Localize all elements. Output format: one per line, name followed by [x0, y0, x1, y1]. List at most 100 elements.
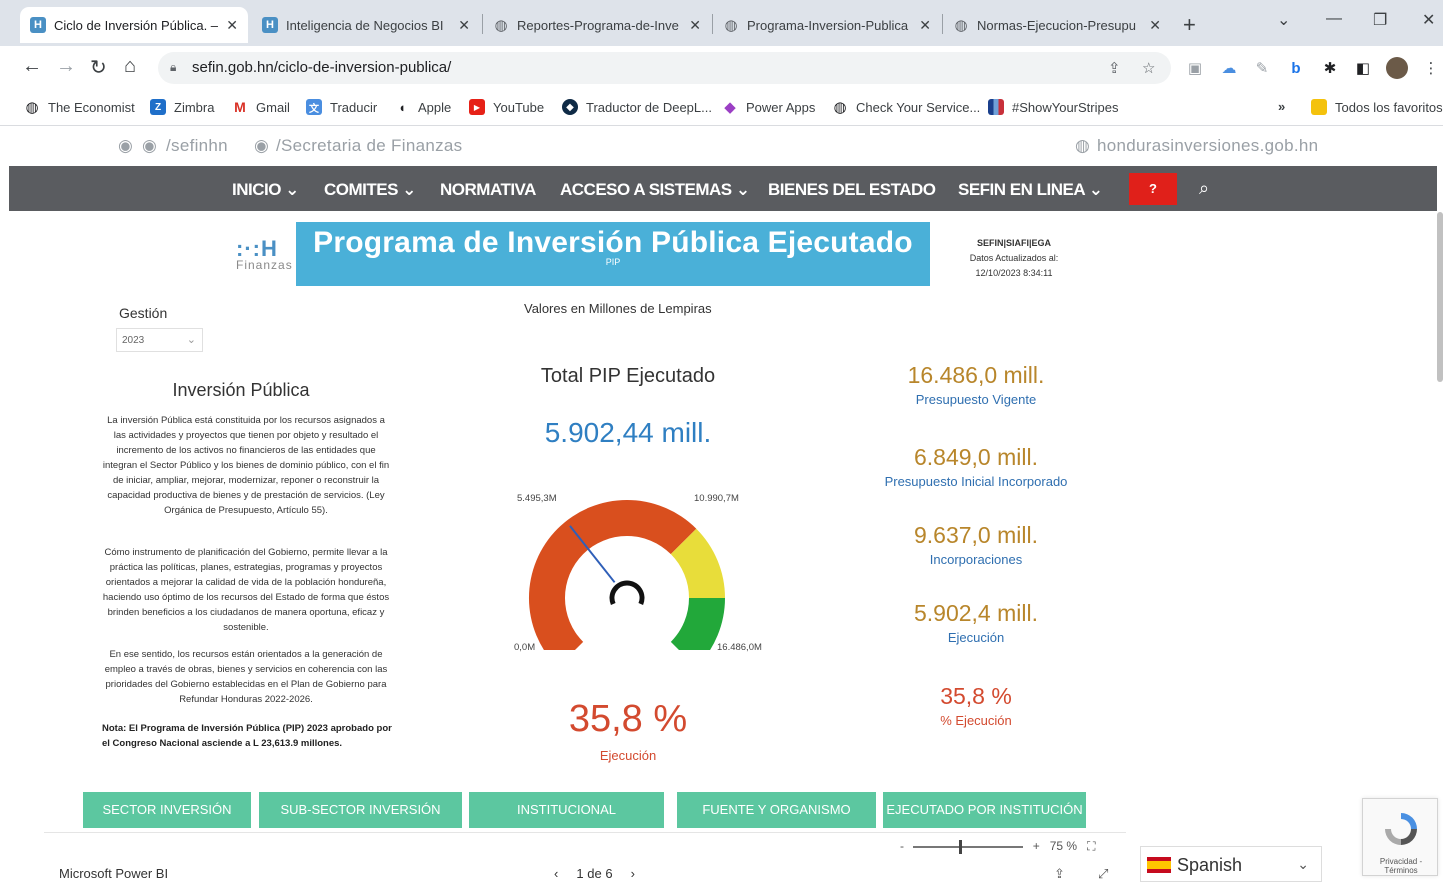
- kpi-incorporaciones: 9.637,0 mill. Incorporaciones: [856, 522, 1096, 567]
- page-scrollbar[interactable]: [1437, 212, 1443, 382]
- bookmark-apple[interactable]: ◖ Apple: [394, 99, 451, 115]
- bookmark-stripes[interactable]: #ShowYourStripes: [988, 99, 1118, 115]
- recaptcha-icon: [1385, 813, 1417, 845]
- gauge-chart: [528, 499, 725, 650]
- close-icon[interactable]: ✕: [458, 17, 470, 34]
- kpi-porcentaje-ejecucion: 35,8 % % Ejecución: [856, 683, 1096, 728]
- gestion-select[interactable]: 2023 ⌄: [116, 328, 203, 352]
- globe-icon: ◍: [724, 17, 738, 34]
- pen-extension-icon[interactable]: ✎: [1253, 59, 1271, 77]
- star-icon[interactable]: ☆: [1142, 59, 1155, 77]
- zoom-slider-thumb[interactable]: [959, 839, 963, 854]
- powerbi-brand-link[interactable]: Microsoft Power BI: [59, 866, 168, 881]
- nav-inicio[interactable]: INICIO ⌄: [232, 180, 299, 200]
- home-icon[interactable]: ⌂: [124, 55, 136, 78]
- bookmark-traducir[interactable]: 文 Traducir: [306, 99, 377, 115]
- nav-sefin-en-linea[interactable]: SEFIN EN LINEA ⌄: [958, 180, 1103, 200]
- execution-percent-label: Ejecución: [599, 748, 657, 763]
- spain-flag-icon: [1147, 857, 1171, 873]
- avatar[interactable]: [1386, 57, 1408, 79]
- units-caption: Valores en Millones de Lempiras: [524, 301, 712, 316]
- zoom-in-icon[interactable]: +: [1033, 839, 1040, 853]
- gauge-label-mid: 5.495,3M: [517, 493, 557, 504]
- zoom-slider[interactable]: [913, 839, 1024, 854]
- help-button[interactable]: ?: [1129, 173, 1177, 205]
- forward-icon[interactable]: →: [56, 55, 76, 78]
- nav-bienes-estado[interactable]: BIENES DEL ESTADO: [768, 180, 936, 200]
- zoom-out-icon[interactable]: -: [900, 839, 904, 853]
- address-bar[interactable]: 🔒︎ sefin.gob.hn/ciclo-de-inversion-publi…: [158, 52, 1171, 84]
- site-icon: H: [262, 17, 278, 33]
- more-bookmarks-icon[interactable]: »: [1278, 99, 1285, 114]
- fullscreen-icon[interactable]: ⤢: [1098, 866, 1108, 882]
- recaptcha-badge[interactable]: Privacidad - Términos: [1362, 798, 1438, 876]
- web-icon: ◍: [1075, 136, 1091, 155]
- fit-page-icon[interactable]: ⛶: [1087, 839, 1095, 853]
- gestion-label: Gestión: [119, 305, 168, 321]
- social-page[interactable]: /Secretaria de Finanzas: [276, 136, 462, 156]
- tab-sector-inversion[interactable]: SECTOR INVERSIÓN: [83, 792, 251, 828]
- share-icon[interactable]: ⇪: [1108, 59, 1121, 77]
- back-icon[interactable]: ←: [22, 55, 42, 78]
- social-handle[interactable]: /sefinhn: [166, 136, 228, 156]
- bookmark-economist[interactable]: ◍ The Economist: [24, 99, 134, 116]
- browser-toolbar: ← → ↻ ⌂ 🔒︎ sefin.gob.hn/ciclo-de-inversi…: [0, 46, 1443, 90]
- nav-normativa[interactable]: NORMATIVA: [440, 180, 536, 200]
- language-select[interactable]: Spanish ⌄: [1140, 846, 1322, 882]
- nav-comites[interactable]: COMITES ⌄: [324, 180, 416, 200]
- folder-icon: [1311, 99, 1327, 115]
- kpi-value: 35,8 %: [940, 683, 1012, 709]
- bookmark-youtube[interactable]: ▶ YouTube: [469, 99, 544, 115]
- inversion-paragraph: En ese sentido, los recursos están orien…: [104, 649, 388, 705]
- close-icon[interactable]: ✕: [1149, 17, 1161, 34]
- search-icon[interactable]: ⌕: [1199, 178, 1209, 199]
- close-icon[interactable]: ✕: [919, 17, 931, 34]
- gauge-hub: [609, 580, 645, 605]
- tab-fuente-organismo[interactable]: FUENTE Y ORGANISMO: [677, 792, 876, 828]
- next-page-icon[interactable]: ›: [631, 866, 635, 881]
- tab-sub-sector-inversion[interactable]: SUB-SECTOR INVERSIÓN: [259, 792, 462, 828]
- restore-icon[interactable]: ❐: [1373, 10, 1387, 30]
- tab-ejecutado-institucion[interactable]: EJECUTADO POR INSTITUCIÓN: [883, 792, 1086, 828]
- main-navigation: INICIO ⌄ COMITES ⌄ NORMATIVA ACCESO A SI…: [9, 166, 1437, 211]
- meta-source: SEFIN|SIAFI|EGA: [976, 238, 1052, 248]
- chevron-down-icon[interactable]: ⌄: [1277, 10, 1290, 30]
- menu-kebab-icon[interactable]: ⋮: [1422, 59, 1440, 77]
- twitter-icon[interactable]: ◉: [142, 136, 157, 156]
- close-icon[interactable]: ✕: [689, 17, 701, 34]
- bookmark-zimbra[interactable]: Z Zimbra: [150, 99, 214, 115]
- close-icon[interactable]: ✕: [226, 17, 238, 34]
- bookmark-check-service[interactable]: ◍ Check Your Service...: [832, 99, 980, 116]
- share-icon[interactable]: ⇪: [1054, 866, 1065, 882]
- instagram-icon[interactable]: ◉: [118, 136, 133, 156]
- puzzle-icon[interactable]: ✱: [1321, 59, 1339, 77]
- close-window-icon[interactable]: ✕: [1422, 10, 1435, 30]
- apple-icon: ◖: [398, 99, 406, 115]
- browser-tab-bi[interactable]: H Inteligencia de Negocios BI ✕: [252, 7, 480, 43]
- browser-tab-programa[interactable]: ◍ Programa-Inversion-Publica ✕: [713, 7, 941, 43]
- prev-page-icon[interactable]: ‹: [554, 866, 558, 881]
- cloud-extension-icon[interactable]: ☁: [1220, 59, 1238, 77]
- browser-tab-normas[interactable]: ◍ Normas-Ejecucion-Presupu ✕: [943, 7, 1171, 43]
- chevron-down-icon: ⌄: [186, 334, 196, 346]
- browser-tab-reportes[interactable]: ◍ Reportes-Programa-de-Inve ✕: [483, 7, 711, 43]
- reload-icon[interactable]: ↻: [90, 55, 107, 80]
- bing-icon[interactable]: b: [1287, 59, 1305, 77]
- facebook-icon[interactable]: ◉: [254, 136, 269, 156]
- bookmark-powerapps[interactable]: ◆ Power Apps: [722, 99, 815, 116]
- new-tab-icon[interactable]: +: [1183, 12, 1196, 38]
- extension-icon[interactable]: ▣: [1186, 59, 1204, 77]
- bookmark-all-favorites[interactable]: Todos los favoritos: [1311, 99, 1443, 115]
- sidepanel-icon[interactable]: ◧: [1354, 59, 1372, 77]
- nav-acceso-sistemas[interactable]: ACCESO A SISTEMAS ⌄: [560, 180, 750, 200]
- external-site-link[interactable]: hondurasinversiones.gob.hn: [1097, 136, 1318, 156]
- browser-tab-ciclo[interactable]: H Ciclo de Inversión Pública. – ✕: [20, 7, 248, 43]
- bookmark-gmail[interactable]: M Gmail: [232, 99, 290, 115]
- minimize-icon[interactable]: —: [1326, 10, 1342, 28]
- tab-institucional[interactable]: INSTITUCIONAL: [469, 792, 664, 828]
- powerbi-report: :·:H Finanzas Programa de Inversión Públ…: [0, 212, 1443, 883]
- zoom-level: 75 %: [1049, 839, 1078, 853]
- meta-label: Datos Actualizados al:: [969, 253, 1059, 263]
- bookmark-deepl[interactable]: ◆ Traductor de DeepL...: [562, 99, 712, 115]
- bookmark-label: Apple: [418, 99, 452, 115]
